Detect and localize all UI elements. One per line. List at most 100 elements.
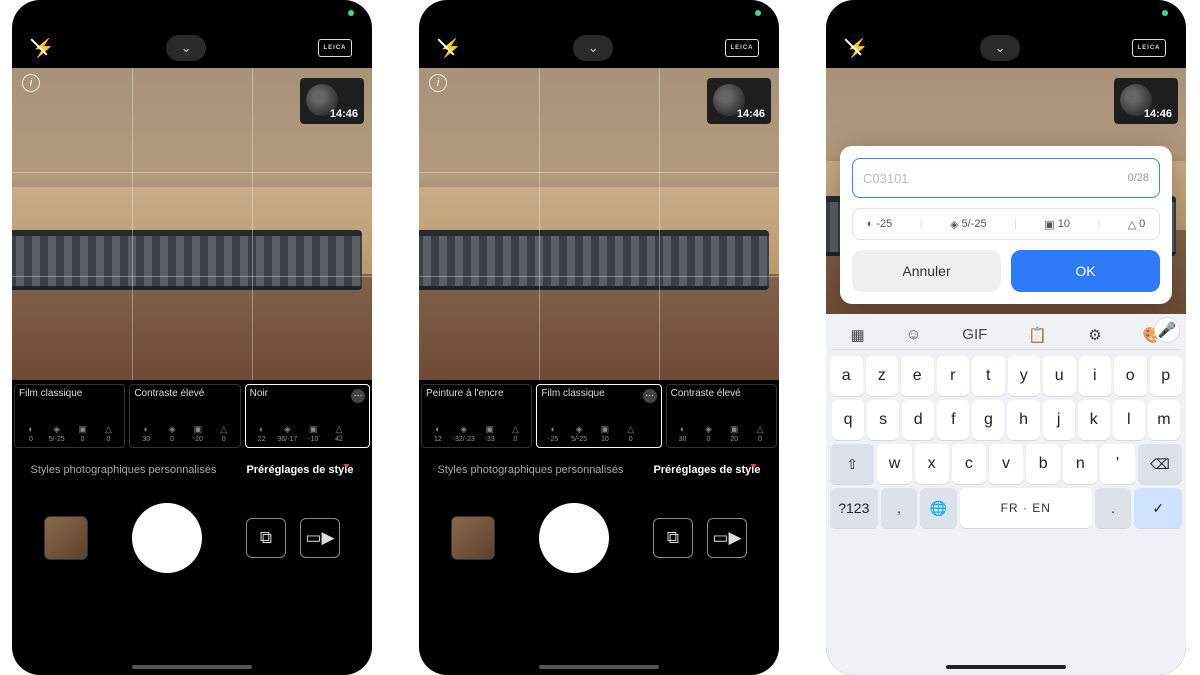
leica-badge-icon[interactable]: LEICA xyxy=(1132,39,1166,57)
key-q[interactable]: q xyxy=(832,400,864,440)
camera-top-controls: ⚡ ⌄ LEICA xyxy=(419,28,779,68)
key-i[interactable]: i xyxy=(1079,356,1112,396)
keyboard-row-4: ?123,🌐FR · EN.✓ xyxy=(830,488,1182,528)
preset-card[interactable]: Film classique◐-25◈5/-25▣10△0⋯ xyxy=(536,384,661,448)
collapse-toggle[interactable]: ⌄ xyxy=(573,35,613,61)
leica-badge-icon[interactable]: LEICA xyxy=(318,39,352,57)
preset-title: Film classique xyxy=(541,388,642,399)
ok-button[interactable]: OK xyxy=(1011,250,1160,292)
dialog-scrim: C03101 0/28 ◐ -25|◈ 5/-25|▣ 10|△ 0 Annul… xyxy=(826,68,1186,314)
preset-title: Peinture à l'encre xyxy=(426,388,527,399)
symbols-key[interactable]: ?123 xyxy=(830,488,878,528)
keyboard-toolbar-button[interactable]: GIF xyxy=(962,326,987,343)
comma-key[interactable]: , xyxy=(881,488,918,528)
cancel-button[interactable]: Annuler xyxy=(852,250,1001,292)
home-indicator[interactable] xyxy=(132,665,252,669)
key-o[interactable]: o xyxy=(1114,356,1147,396)
key-k[interactable]: k xyxy=(1078,400,1110,440)
preset-card[interactable]: Contraste élevé◐30◈0▣20△0 xyxy=(666,384,777,448)
privacy-dot-icon xyxy=(1162,10,1168,16)
gallery-thumbnail[interactable] xyxy=(44,516,88,560)
key-e[interactable]: e xyxy=(901,356,934,396)
privacy-dot-icon xyxy=(755,10,761,16)
camera-viewfinder[interactable]: 14:46 i xyxy=(12,68,372,380)
key-s[interactable]: s xyxy=(867,400,899,440)
shift-key[interactable]: ⇧ xyxy=(830,444,874,484)
preset-name-placeholder: C03101 xyxy=(863,171,909,186)
gallery-thumbnail[interactable] xyxy=(451,516,495,560)
home-indicator[interactable] xyxy=(946,665,1066,669)
status-bar xyxy=(12,0,372,28)
preset-card[interactable]: Noir◐22◈36/-17▣-10△42⋯ xyxy=(245,384,370,448)
privacy-dot-icon xyxy=(348,10,354,16)
camera-top-controls: ⚡ ⌄ LEICA xyxy=(12,28,372,68)
preset-title: Noir xyxy=(250,388,351,399)
key-r[interactable]: r xyxy=(937,356,970,396)
mode-tabs: Styles photographiques personnalisés Pré… xyxy=(419,452,779,488)
video-mode-button[interactable]: ▭▶ xyxy=(300,518,340,558)
desk-clock: 14:46 xyxy=(300,78,364,124)
key-a[interactable]: a xyxy=(830,356,863,396)
flash-off-icon[interactable]: ⚡ xyxy=(439,38,461,59)
key-j[interactable]: j xyxy=(1043,400,1075,440)
info-icon[interactable]: i xyxy=(22,74,40,92)
key-x[interactable]: x xyxy=(915,444,949,484)
key-h[interactable]: h xyxy=(1007,400,1039,440)
keyboard-toolbar-button[interactable]: ☺ xyxy=(906,326,921,343)
leica-badge-icon[interactable]: LEICA xyxy=(725,39,759,57)
mic-button[interactable]: 🎤 xyxy=(1154,317,1180,343)
key-t[interactable]: t xyxy=(972,356,1005,396)
tab-style-presets[interactable]: Préréglages de style xyxy=(653,464,760,476)
key-g[interactable]: g xyxy=(972,400,1004,440)
shutter-button[interactable] xyxy=(132,503,202,573)
collapse-toggle[interactable]: ⌄ xyxy=(166,35,206,61)
preset-more-icon[interactable]: ⋯ xyxy=(351,389,365,403)
camera-viewfinder[interactable]: 14:46 i xyxy=(419,68,779,380)
tab-custom-styles[interactable]: Styles photographiques personnalisés xyxy=(31,464,217,476)
lens-switch-button[interactable]: ⧉ xyxy=(653,518,693,558)
key-m[interactable]: m xyxy=(1148,400,1180,440)
flash-off-icon[interactable]: ⚡ xyxy=(846,38,868,59)
spacebar[interactable]: FR · EN xyxy=(960,488,1092,528)
key-'[interactable]: ' xyxy=(1100,444,1134,484)
home-indicator[interactable] xyxy=(539,665,659,669)
preset-card[interactable]: Contraste élevé◐30◈0▣-20△0 xyxy=(129,384,240,448)
preset-card[interactable]: Peinture à l'encre◐12◈-32/-23▣-33△0 xyxy=(421,384,532,448)
lens-switch-button[interactable]: ⧉ xyxy=(246,518,286,558)
keyboard-toolbar-button[interactable]: ▦ xyxy=(851,326,865,344)
keyboard-row-3: ⇧wxcvbn'⌫ xyxy=(830,444,1182,484)
enter-key[interactable]: ✓ xyxy=(1134,488,1182,528)
tab-custom-styles[interactable]: Styles photographiques personnalisés xyxy=(438,464,624,476)
key-y[interactable]: y xyxy=(1008,356,1041,396)
phone-screenshot-1: ⚡ ⌄ LEICA 14:46 i Film classique◐0◈5/-25… xyxy=(12,0,372,675)
preset-title: Contraste élevé xyxy=(134,388,235,399)
shutter-button[interactable] xyxy=(539,503,609,573)
backspace-key[interactable]: ⌫ xyxy=(1138,444,1182,484)
info-icon[interactable]: i xyxy=(429,74,447,92)
key-c[interactable]: c xyxy=(952,444,986,484)
key-f[interactable]: f xyxy=(937,400,969,440)
key-n[interactable]: n xyxy=(1063,444,1097,484)
tab-style-presets[interactable]: Préréglages de style xyxy=(246,464,353,476)
preset-card[interactable]: Film classique◐0◈5/-25▣0△0 xyxy=(14,384,125,448)
preset-name-input[interactable]: C03101 0/28 xyxy=(852,158,1160,198)
mode-tabs: Styles photographiques personnalisés Pré… xyxy=(12,452,372,488)
key-z[interactable]: z xyxy=(866,356,899,396)
keyboard-toolbar-button[interactable]: 📋 xyxy=(1028,326,1047,344)
key-d[interactable]: d xyxy=(902,400,934,440)
collapse-toggle[interactable]: ⌄ xyxy=(980,35,1020,61)
key-w[interactable]: w xyxy=(877,444,911,484)
video-mode-button[interactable]: ▭▶ xyxy=(707,518,747,558)
status-bar xyxy=(419,0,779,28)
preset-title: Film classique xyxy=(19,388,120,399)
key-p[interactable]: p xyxy=(1150,356,1183,396)
period-key[interactable]: . xyxy=(1095,488,1132,528)
key-b[interactable]: b xyxy=(1026,444,1060,484)
key-u[interactable]: u xyxy=(1043,356,1076,396)
flash-off-icon[interactable]: ⚡ xyxy=(32,38,54,59)
key-v[interactable]: v xyxy=(989,444,1023,484)
globe-key[interactable]: 🌐 xyxy=(920,488,957,528)
keyboard-toolbar-button[interactable]: ⚙ xyxy=(1088,326,1101,344)
preset-more-icon[interactable]: ⋯ xyxy=(643,389,657,403)
key-l[interactable]: l xyxy=(1113,400,1145,440)
